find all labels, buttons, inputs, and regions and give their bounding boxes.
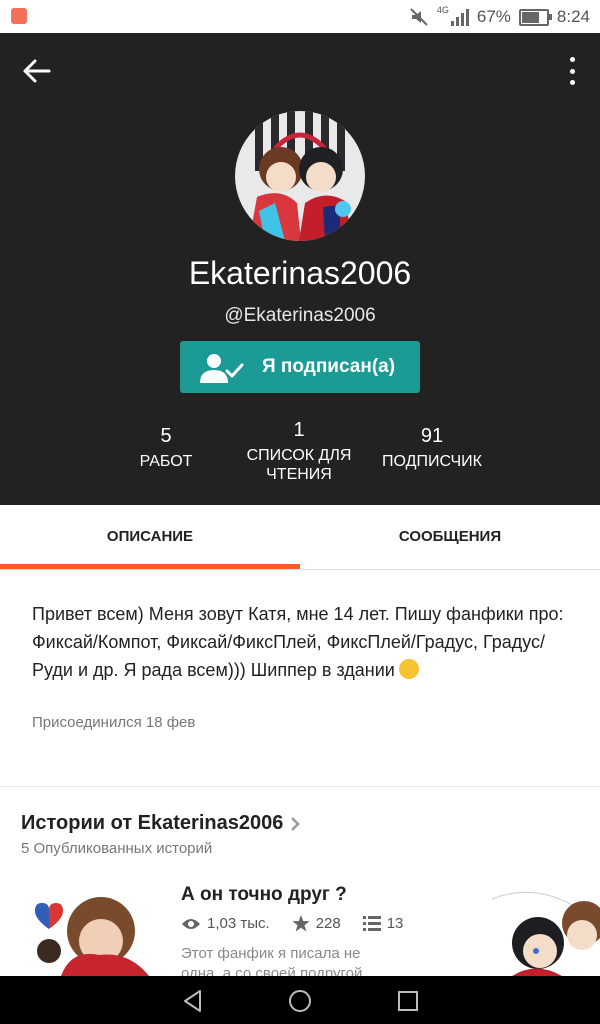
network-type: 4G <box>436 5 449 15</box>
star-icon <box>292 915 310 932</box>
following-button-label: Я подписан(а) <box>262 356 396 377</box>
list-icon <box>362 916 381 931</box>
smile-emoji-icon <box>398 659 419 679</box>
system-nav-bar <box>0 976 600 1024</box>
signal-icon <box>450 8 469 26</box>
following-button[interactable]: Я подписан(а) <box>180 341 420 393</box>
nav-back-icon[interactable] <box>180 988 206 1014</box>
stat-followers-label: ПОДПИСЧИК <box>382 453 482 470</box>
user-check-icon <box>200 354 244 383</box>
nav-home-icon[interactable] <box>287 988 313 1014</box>
battery-percent: 67% <box>476 7 511 26</box>
mute-icon <box>410 8 428 26</box>
stories-title: Истории от Ekaterinas2006 <box>21 812 284 834</box>
battery-icon <box>518 8 552 26</box>
chevron-right-icon <box>291 816 301 831</box>
stories-count: 5 Опубликованных историй <box>21 840 213 857</box>
notification-icon <box>11 8 27 24</box>
story-cover-next[interactable] <box>452 879 600 976</box>
profile-name: Ekaterinas2006 <box>188 255 412 291</box>
nav-recents-icon[interactable] <box>395 988 421 1014</box>
eye-icon <box>182 918 200 929</box>
story-meta: 1,03 тыс. 228 13 <box>181 915 403 932</box>
story-title[interactable]: А он точно друг ? <box>181 884 347 906</box>
status-right: 4G 67% 8:24 <box>409 5 590 29</box>
description-text: Привет всем) Меня зовут Катя, мне 14 лет… <box>32 604 564 680</box>
avatar <box>235 111 365 241</box>
profile-handle: @Ekaterinas2006 <box>224 305 376 326</box>
story-parts: 13 <box>386 915 404 932</box>
story-excerpt: Этот фанфик я писала не одна, а со своей… <box>181 945 363 976</box>
stat-reading-list-label: СПИСОК ДЛЯ ЧТЕНИЯ <box>246 447 352 483</box>
status-bar: 4G 67% 8:24 <box>0 0 600 33</box>
clock: 8:24 <box>556 7 590 26</box>
profile-description: Привет всем) Меня зовут Катя, мне 14 лет… <box>32 600 572 684</box>
story-votes: 228 <box>315 915 341 932</box>
profile-header: Ekaterinas2006 @Ekaterinas2006 Я подписа… <box>0 33 600 505</box>
profile-tabs: ОПИСАНИЕ СООБЩЕНИЯ <box>0 505 600 570</box>
tab-description[interactable]: ОПИСАНИЕ <box>0 505 300 569</box>
more-options-icon[interactable] <box>568 57 576 85</box>
stat-followers[interactable]: 91 ПОДПИСЧИК <box>352 425 512 471</box>
tab-messages[interactable]: СООБЩЕНИЯ <box>300 505 600 569</box>
back-arrow-icon[interactable] <box>22 59 52 83</box>
stories-header[interactable]: Истории от Ekaterinas2006 <box>21 812 301 835</box>
story-cover[interactable] <box>21 879 159 976</box>
stat-followers-value: 91 <box>420 425 444 447</box>
story-reads: 1,03 тыс. <box>207 915 270 932</box>
divider <box>0 786 600 787</box>
joined-date: Присоединился 18 фев <box>32 714 196 731</box>
